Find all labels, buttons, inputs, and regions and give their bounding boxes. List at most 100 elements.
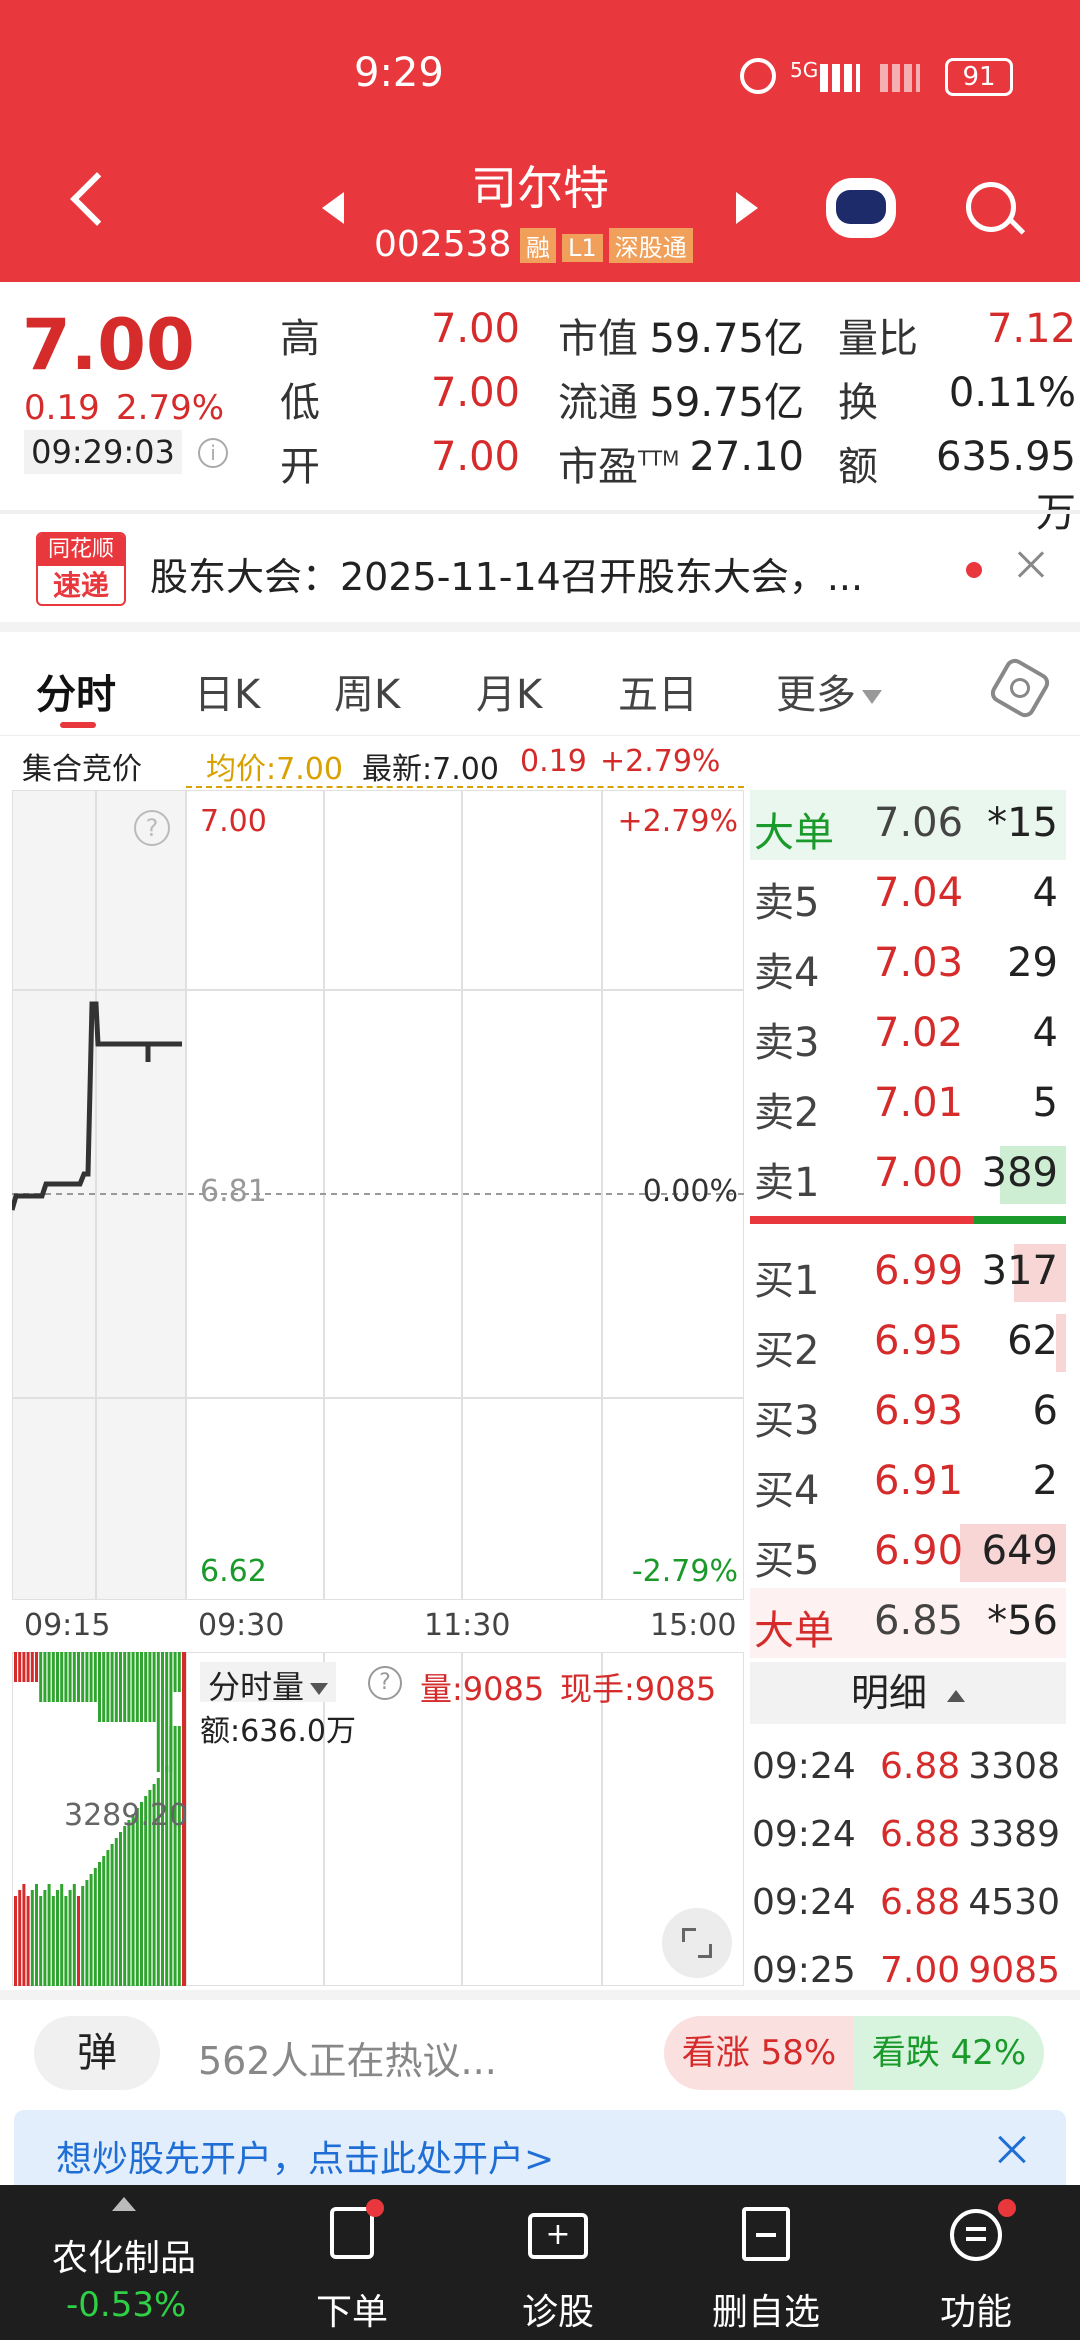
big-order-bottom[interactable]: 大单 6.85 *56 [750,1588,1066,1658]
pe-value: 27.10 [689,434,804,480]
trade-price: 6.88 [880,1814,961,1855]
remove-icon [742,2207,790,2261]
auction-bar-bottom [43,1890,47,1986]
prev-stock-icon[interactable] [322,192,344,224]
tab-weekly[interactable]: 周K [334,662,400,720]
auction-bar-top [43,1652,47,1702]
auction-bar-top [135,1652,139,1722]
auction-bar-bottom [22,1884,26,1986]
status-icons: 5G 91 [740,58,1040,98]
auction-bar-bottom [35,1884,38,1986]
x-axis-0930: 09:30 [198,1608,285,1643]
sell-row[interactable]: 卖4 7.03 29 [750,930,1066,1000]
danmu-button[interactable]: 弹 [34,2016,160,2090]
volume-type-label: 分时量 [208,1668,305,1706]
buy-row[interactable]: 买5 6.90 649 [750,1518,1066,1588]
fullscreen-icon[interactable] [662,1908,732,1978]
trade-time: 09:24 [752,1746,856,1787]
tab-five-day[interactable]: 五日 [618,662,698,720]
detail-header[interactable]: 明细 [750,1662,1066,1724]
buy-row[interactable]: 买3 6.93 6 [750,1378,1066,1448]
auction-bar-bottom [72,1884,76,1986]
banner-text: 想炒股先开户，点击此处开户> [56,2139,555,2180]
sell-level: 卖4 [754,950,820,996]
auction-bar-top [30,1652,34,1682]
auction-bar-top [127,1652,131,1722]
current-hand: 现手:9085 [560,1670,717,1708]
latest-pct: +2.79% [600,744,721,779]
chart-help-icon[interactable]: ? [134,810,170,846]
float-value: 59.75亿 [649,380,804,426]
battery-icon: 91 [945,58,1013,96]
big-order-top[interactable]: 大单 7.06 *15 [750,790,1066,860]
buy-row[interactable]: 买4 6.91 2 [750,1448,1066,1518]
news-text[interactable]: 股东大会：2025-11-14召开股东大会，... [150,546,940,601]
trade-row: 09:24 6.88 4530 [750,1872,1066,1942]
trade-time: 09:25 [752,1950,856,1991]
nav-functions-label: 功能 [939,2292,1012,2333]
buy-level: 买4 [754,1468,820,1514]
buy-row[interactable]: 买1 6.99 317 [750,1238,1066,1308]
sell-qty: 389 [981,1150,1058,1196]
auction-bar-bottom [60,1884,64,1986]
news-ticker[interactable]: 同花顺 速递 股东大会：2025-11-14召开股东大会，... [0,510,1080,632]
price-change-pct: 2.79% [116,388,225,428]
tab-monthly[interactable]: 月K [476,662,542,720]
next-stock-icon[interactable] [736,192,758,224]
auction-bar-top [152,1652,156,1722]
y-axis-top: 7.00 [200,804,267,839]
open-account-banner[interactable]: 想炒股先开户，点击此处开户> [14,2110,1066,2190]
discussion-count[interactable]: 562人正在热议... [198,2030,497,2085]
auction-bar-bottom [81,1886,85,1986]
tab-daily[interactable]: 日K [194,662,260,720]
detail-title: 明细 [850,1671,927,1715]
close-banner-icon[interactable] [994,2132,1030,2168]
search-icon[interactable] [964,180,1026,240]
back-icon[interactable] [70,172,124,226]
robot-assistant-icon[interactable] [826,178,896,238]
sell-row[interactable]: 卖5 7.04 4 [750,860,1066,930]
tab-more[interactable]: 更多 [776,662,882,720]
auction-bar-bottom [85,1880,89,1986]
notification-dot-icon [998,2199,1016,2217]
settings-hex-icon[interactable] [987,655,1053,721]
nav-remove-watchlist[interactable]: 删自选 [696,2185,836,2340]
auction-bar-top [77,1652,80,1702]
sell-row[interactable]: 卖2 7.01 5 [750,1070,1066,1140]
auction-bar-bottom [119,1832,122,1986]
pe-label-text: 市盈 [558,444,638,490]
auction-bar-top [64,1652,68,1702]
nav-diagnose[interactable]: + 诊股 [488,2185,628,2340]
sell-row[interactable]: 卖3 7.02 4 [750,1000,1066,1070]
auction-bar-top [119,1652,122,1722]
auction-bar-top [26,1652,30,1682]
sell-qty: 5 [1032,1080,1058,1126]
auction-bar-top [140,1652,143,1722]
nav-order[interactable]: 下单 [282,2185,422,2340]
volume-chart[interactable]: 分时量 ? 量:9085 现手:9085 额:636.0万 3289.20 [12,1652,744,1986]
intraday-chart[interactable]: ? 7.00 6.81 6.62 +2.79% 0.00% -2.79% [12,790,744,1600]
volume-help-icon[interactable]: ? [368,1666,402,1700]
auction-bar-bottom [18,1890,22,1986]
vote-bearish-button[interactable]: 看跌 42% [854,2016,1044,2090]
nav-functions[interactable]: 功能 [906,2185,1046,2340]
volume-type-dropdown[interactable]: 分时量 [200,1662,337,1706]
stock-name: 司尔特 [471,161,609,215]
auction-bar-bottom [30,1890,34,1986]
sector-widget[interactable]: 农化制品 -0.53% [20,2185,230,2340]
tab-intraday[interactable]: 分时 [36,662,116,720]
vote-bullish-button[interactable]: 看涨 58% [664,2016,854,2090]
sell-qty: 4 [1032,1010,1058,1056]
turnover-label: 换 [838,380,878,426]
close-news-icon[interactable] [1014,548,1048,582]
info-icon[interactable]: i [198,438,228,468]
auction-bar-top [14,1652,17,1682]
auction-bar-bottom [127,1820,131,1986]
trade-time: 09:24 [752,1882,856,1923]
auction-bar-bottom [135,1808,139,1986]
sell-qty: 29 [1007,940,1058,986]
buy-row[interactable]: 买2 6.95 62 [750,1308,1066,1378]
buy-qty: 317 [981,1248,1058,1294]
bullish-label: 看涨 58% [681,2033,837,2073]
sell-row[interactable]: 卖1 7.00 389 [750,1140,1066,1210]
